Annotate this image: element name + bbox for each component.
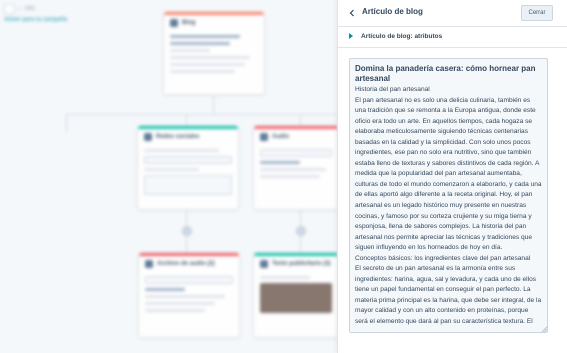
card-title: Archivo de audio (2): [157, 261, 215, 267]
placeholder-field: [145, 276, 233, 284]
social-icon: [144, 133, 152, 141]
card-title: Texto publicitario (3): [272, 261, 331, 267]
blog-heading: Domina la panadería casera: cómo hornear…: [355, 64, 536, 83]
placeholder-line: [170, 56, 250, 59]
workflow-card-blog[interactable]: Blog: [163, 11, 265, 95]
placeholder-line: [145, 288, 185, 291]
breadcrumb-item[interactable]: Info: [25, 6, 35, 12]
card-title: Redes sociales: [156, 134, 200, 140]
audio-file-icon: [145, 260, 153, 268]
workflow-card-audio-file[interactable]: Archivo de audio (2): [138, 252, 240, 338]
placeholder-line: [170, 70, 235, 73]
placeholder-line: [260, 276, 310, 279]
placeholder-line: [260, 168, 326, 171]
connector-line: [213, 93, 214, 115]
card-title: Blog: [182, 20, 196, 26]
connector-line: [66, 114, 67, 132]
workflow-card-ad-copy[interactable]: Texto publicitario (3): [253, 252, 339, 338]
placeholder-field: [260, 149, 332, 157]
close-button[interactable]: Cerrar: [521, 5, 553, 21]
ad-copy-icon: [260, 260, 268, 268]
connector-line: [66, 114, 336, 115]
placeholder-line: [170, 35, 240, 38]
back-to-campaign-link[interactable]: Volver para la campaña: [4, 17, 67, 23]
placeholder-line: [145, 309, 205, 312]
placeholder-line: [170, 49, 210, 52]
blog-content-textarea[interactable]: Domina la panadería casera: cómo hornear…: [349, 58, 548, 333]
attributes-section-toggle[interactable]: Artículo de blog: atributos: [338, 27, 567, 48]
back-button[interactable]: [347, 8, 357, 18]
placeholder-line: [145, 302, 215, 305]
placeholder-line: [145, 295, 225, 298]
panel-header: Artículo de blog Cerrar: [338, 0, 567, 27]
workflow-card-audio[interactable]: Audio: [253, 125, 339, 210]
audio-icon: [260, 133, 268, 141]
blog-body-text: Historia del pan artesanal El pan artesa…: [355, 86, 542, 326]
card-title: Audio: [272, 134, 289, 140]
caret-right-icon: [349, 33, 353, 39]
chevron-left-icon: [349, 9, 354, 17]
sidebar-toggle-icon[interactable]: [4, 4, 15, 14]
breadcrumb-separator-icon: ›: [19, 6, 21, 12]
panel-title: Artículo de blog: [362, 7, 423, 16]
placeholder-line: [144, 149, 219, 152]
placeholder-line: [144, 168, 199, 171]
add-step-icon[interactable]: [182, 226, 192, 236]
placeholder-line: [170, 63, 245, 66]
blog-icon: [170, 19, 178, 27]
placeholder-line: [260, 161, 300, 164]
workflow-card-social[interactable]: Redes sociales: [137, 125, 239, 210]
add-step-icon[interactable]: [296, 226, 306, 236]
breadcrumb: › Info: [4, 4, 35, 14]
placeholder-line: [170, 42, 230, 45]
section-label: Artículo de blog: atributos: [361, 33, 443, 40]
placeholder-field: [144, 175, 232, 195]
placeholder-field: [144, 156, 232, 164]
ad-image-thumbnail: [260, 283, 332, 313]
resize-handle-icon[interactable]: [541, 326, 547, 332]
placeholder-line: [260, 175, 320, 178]
